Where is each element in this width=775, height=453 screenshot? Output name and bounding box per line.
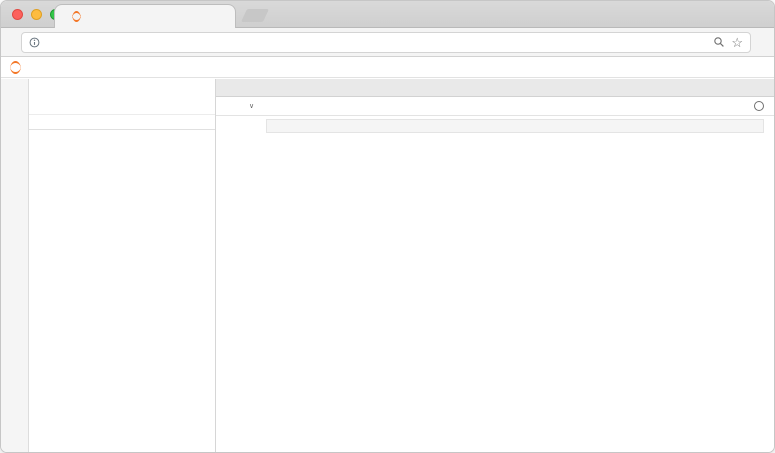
- browser-tab-strip: [1, 1, 774, 28]
- close-window-button[interactable]: [12, 9, 23, 20]
- file-browser-toolbar: [29, 79, 215, 100]
- jupyterlab-logo-icon: [9, 61, 22, 74]
- cell-prompt: [222, 119, 266, 133]
- chevron-down-icon: ∨: [249, 102, 254, 110]
- notebook-toolbar: ∨: [216, 97, 774, 116]
- left-sidebar: [1, 79, 29, 452]
- jupyterlab-menubar: [1, 57, 774, 78]
- minimize-window-button[interactable]: [31, 9, 42, 20]
- file-list: [29, 130, 215, 452]
- jupyterlab-body: ∨: [1, 79, 774, 452]
- file-browser-panel: [29, 79, 216, 452]
- breadcrumb: [29, 100, 215, 115]
- browser-tab[interactable]: [54, 4, 236, 28]
- address-bar[interactable]: ☆: [21, 32, 751, 53]
- kernel-status-icon: [754, 101, 764, 111]
- page-info-icon[interactable]: [29, 37, 40, 48]
- browser-toolbar: ☆: [1, 28, 774, 57]
- main-dock-panel: ∨: [216, 79, 774, 452]
- file-list-header: [29, 115, 215, 130]
- cell-type-dropdown[interactable]: ∨: [245, 102, 254, 110]
- notebook-content: [216, 116, 774, 452]
- cell-output: [282, 137, 774, 323]
- code-editor[interactable]: [266, 119, 764, 133]
- kernel-indicator[interactable]: [746, 101, 764, 111]
- code-cell: [216, 119, 774, 133]
- new-tab-button[interactable]: [241, 9, 269, 22]
- browser-window: ☆: [0, 0, 775, 453]
- bookmark-star-icon[interactable]: ☆: [731, 36, 743, 49]
- tripcolor-plot: [530, 137, 766, 323]
- jupyter-favicon-icon: [71, 11, 82, 22]
- search-icon[interactable]: [713, 36, 725, 48]
- triangulation-plot: [282, 137, 514, 323]
- document-tab-bar: [216, 79, 774, 97]
